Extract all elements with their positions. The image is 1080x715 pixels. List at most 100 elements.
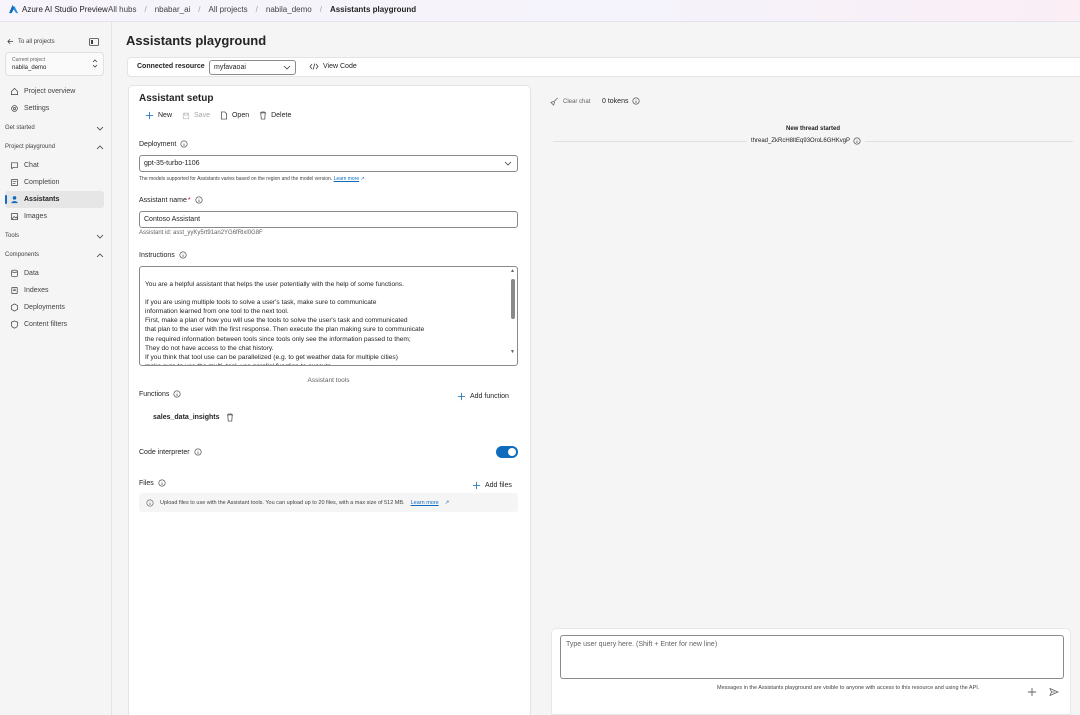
open-button[interactable]: Open: [220, 111, 249, 120]
nav-label: Chat: [24, 162, 39, 169]
breadcrumb-project[interactable]: nabila_demo: [266, 5, 312, 14]
scroll-down-arrow[interactable]: ▼: [510, 349, 515, 355]
function-name[interactable]: sales_data_insights: [153, 414, 220, 421]
nav-section-project-playground[interactable]: Project playground: [5, 140, 104, 154]
clear-chat-button[interactable]: Clear chat: [550, 97, 590, 106]
back-to-projects-link[interactable]: To all projects: [7, 38, 55, 45]
breadcrumb-all-projects[interactable]: All projects: [209, 5, 248, 14]
plus-icon: [472, 481, 481, 490]
info-icon[interactable]: [173, 390, 181, 398]
thread-id: thread_ZkRcH8ltEq93OroL6GHKvgP: [747, 137, 866, 145]
brand[interactable]: Azure AI Studio Preview: [9, 5, 108, 14]
new-label: New: [158, 112, 173, 119]
current-project-selector[interactable]: Current project nabila_demo: [5, 52, 104, 76]
azure-logo-icon: [9, 5, 18, 14]
breadcrumb-separator: /: [198, 5, 201, 14]
functions-label-text: Functions: [139, 390, 170, 398]
current-project-name: nabila_demo: [12, 65, 47, 71]
function-item: sales_data_insights: [153, 413, 234, 422]
shield-icon: [10, 320, 19, 329]
deployment-dropdown[interactable]: gpt-35-turbo-1106: [139, 155, 518, 172]
assistant-setup-title: Assistant setup: [139, 93, 214, 104]
visibility-notice: Messages in the Assistants playground ar…: [717, 685, 980, 691]
breadcrumb: All hubs / nbabar_ai / All projects / na…: [108, 5, 416, 14]
info-icon[interactable]: [179, 251, 187, 259]
breadcrumb-hub[interactable]: nbabar_ai: [155, 5, 191, 14]
assistant-id: Assistant id: asst_yyKy5rt91an2YG6fRlxl0…: [139, 230, 263, 236]
scrollbar-thumb[interactable]: [511, 279, 515, 319]
chat-icon: [10, 161, 19, 170]
code-interpreter-toggle[interactable]: [496, 446, 518, 458]
nav-images[interactable]: Images: [5, 208, 104, 225]
nav-indexes[interactable]: Indexes: [5, 282, 104, 299]
back-arrow-icon: [7, 38, 14, 45]
assistant-name-value: Contoso Assistant: [144, 216, 201, 223]
connected-resource-dropdown[interactable]: myfavaoai: [209, 60, 296, 75]
info-icon[interactable]: [853, 137, 861, 145]
nav-settings[interactable]: Settings: [5, 100, 104, 117]
breadcrumb-separator: /: [255, 5, 258, 14]
new-button[interactable]: New: [145, 111, 172, 120]
info-icon[interactable]: [180, 140, 188, 148]
info-icon: [146, 498, 154, 507]
nav-section-get-started[interactable]: Get started: [5, 121, 104, 135]
data-icon: [10, 269, 19, 278]
code-icon: [309, 63, 319, 70]
delete-label: Delete: [271, 112, 292, 119]
save-label: Save: [194, 112, 210, 119]
delete-icon[interactable]: [226, 413, 234, 422]
instructions-textarea[interactable]: You are a helpful assistant that helps t…: [139, 266, 518, 366]
deployment-icon: [10, 303, 19, 312]
instructions-label: Instructions: [139, 251, 187, 259]
nav-assistants[interactable]: Assistants: [5, 191, 104, 208]
deployment-label: Deployment: [139, 140, 188, 148]
page-title: Assistants playground: [126, 33, 267, 48]
learn-more-link[interactable]: Learn more: [411, 500, 439, 506]
nav-content-filters[interactable]: Content filters: [5, 316, 104, 333]
plus-icon: [457, 392, 466, 401]
learn-more-link[interactable]: Learn more: [334, 176, 360, 182]
breadcrumb-all-hubs[interactable]: All hubs: [108, 5, 136, 14]
external-link-icon: ↗: [360, 176, 365, 182]
nav-completion[interactable]: Completion: [5, 174, 104, 191]
chevron-down-icon: [283, 65, 291, 70]
files-note-text: Upload files to use with the Assistant t…: [160, 499, 405, 506]
nav-data[interactable]: Data: [5, 265, 104, 282]
chat-panel: [535, 85, 1080, 715]
save-icon: [182, 112, 190, 120]
add-attachment-button[interactable]: [1027, 687, 1037, 697]
save-button[interactable]: Save: [182, 112, 210, 120]
info-icon[interactable]: [194, 448, 202, 456]
nav-deployments[interactable]: Deployments: [5, 299, 104, 316]
nav-project-overview[interactable]: Project overview: [5, 83, 104, 100]
user-query-input[interactable]: Type user query here. (Shift + Enter for…: [560, 635, 1064, 679]
setup-toolbar: New Save Open Delete: [145, 111, 291, 120]
info-icon[interactable]: [158, 479, 166, 487]
add-files-button[interactable]: Add files: [472, 481, 512, 490]
scroll-up-arrow[interactable]: ▲: [510, 268, 515, 274]
chevron-up-icon: [96, 252, 104, 258]
clear-chat-label: Clear chat: [563, 98, 591, 105]
send-button[interactable]: [1049, 687, 1059, 697]
section-label: Get started: [5, 125, 35, 131]
nav-section-components[interactable]: Components: [5, 248, 104, 262]
nav-chat[interactable]: Chat: [5, 157, 104, 174]
view-code-button[interactable]: View Code: [309, 63, 357, 70]
assistant-name-input[interactable]: Contoso Assistant: [139, 211, 518, 228]
delete-button[interactable]: Delete: [259, 111, 291, 120]
thread-started-label: New thread started: [785, 126, 840, 132]
add-function-button[interactable]: Add function: [457, 392, 509, 401]
token-count-value: 0 tokens: [602, 97, 629, 105]
external-link-icon: ↗: [444, 499, 450, 506]
info-icon[interactable]: [195, 196, 203, 204]
nav-label: Deployments: [24, 304, 65, 311]
assistant-name-label-text: Assistant name: [139, 196, 187, 204]
instructions-label-text: Instructions: [139, 251, 175, 259]
nav-section-tools[interactable]: Tools: [5, 229, 104, 243]
chevron-down-icon: [96, 126, 104, 131]
assistant-tools-heading: Assistant tools: [307, 377, 350, 384]
nav-label: Content filters: [24, 321, 68, 328]
panel-icon[interactable]: [89, 38, 99, 46]
info-icon[interactable]: [632, 97, 640, 105]
open-label: Open: [231, 112, 250, 119]
